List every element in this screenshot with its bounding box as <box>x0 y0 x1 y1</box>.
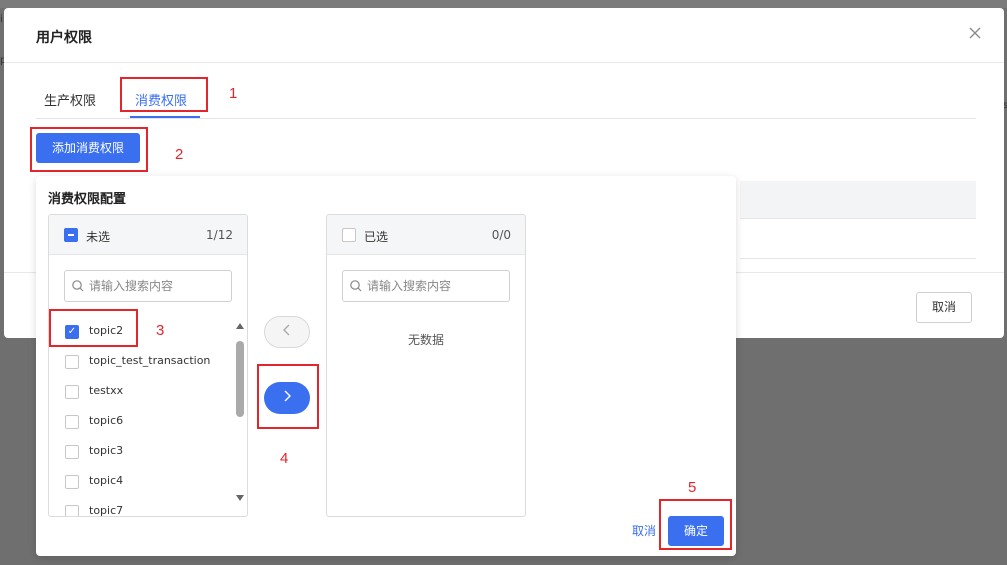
background-strip <box>0 0 1007 8</box>
annotation-number-4: 4 <box>280 450 289 467</box>
select-all-checkbox[interactable] <box>64 228 78 242</box>
select-all-checkbox[interactable] <box>342 228 356 242</box>
tab-produce-permission[interactable]: 生产权限 <box>44 90 96 109</box>
checkbox[interactable] <box>65 475 79 489</box>
checkbox[interactable] <box>65 415 79 429</box>
source-panel-header: 未选 1/12 <box>49 215 247 255</box>
checkbox[interactable] <box>65 505 79 516</box>
header-divider <box>4 62 1004 63</box>
list-item-label: topic6 <box>89 414 124 427</box>
scrollbar-thumb[interactable] <box>236 341 244 417</box>
annotation-box-1 <box>120 77 208 112</box>
source-search-input[interactable] <box>89 277 227 295</box>
annotation-box-2 <box>30 127 148 172</box>
list-item[interactable]: topic_test_transaction <box>63 352 233 372</box>
table-header <box>740 181 976 219</box>
popup-title: 消费权限配置 <box>48 192 127 207</box>
scroll-up-icon[interactable] <box>236 323 244 329</box>
source-panel-title: 未选 <box>86 230 111 244</box>
target-search-input[interactable] <box>367 277 505 295</box>
popup-cancel-button[interactable]: 取消 <box>632 522 656 539</box>
source-count: 1/12 <box>206 228 233 242</box>
list-item-label: topic3 <box>89 444 124 457</box>
consume-permission-config-popup: 消费权限配置 未选 1/12 ✓ topic2 topic_test_trans… <box>36 176 736 556</box>
target-search-box[interactable] <box>342 270 510 302</box>
list-item[interactable]: topic6 <box>63 412 233 432</box>
list-item[interactable]: testxx <box>63 382 233 402</box>
annotation-box-5 <box>659 499 732 550</box>
list-item[interactable]: topic3 <box>63 442 233 462</box>
scrollbar[interactable] <box>235 323 245 509</box>
source-search-box[interactable] <box>64 270 232 302</box>
annotation-number-3: 3 <box>156 322 165 339</box>
checkbox[interactable] <box>65 445 79 459</box>
annotation-number-5: 5 <box>688 479 697 496</box>
list-item[interactable]: topic7 <box>63 502 233 516</box>
target-count: 0/0 <box>491 228 511 242</box>
chevron-left-icon <box>283 324 290 336</box>
annotation-box-4 <box>257 364 319 429</box>
scroll-down-icon[interactable] <box>236 495 244 501</box>
table-row-divider <box>740 258 976 259</box>
modal-title: 用户权限 <box>36 30 92 46</box>
tabs-divider <box>36 118 976 119</box>
list-item-label: topic_test_transaction <box>89 354 211 367</box>
move-left-button[interactable] <box>264 316 310 348</box>
transfer-source-panel: 未选 1/12 ✓ topic2 topic_test_transaction … <box>48 214 248 517</box>
annotation-box-3 <box>49 309 138 347</box>
search-icon <box>72 280 84 292</box>
checkbox[interactable] <box>65 355 79 369</box>
annotation-number-2: 2 <box>175 146 184 163</box>
transfer-target-panel: 已选 0/0 无数据 <box>326 214 526 517</box>
empty-state-text: 无数据 <box>407 333 444 347</box>
list-item-label: topic4 <box>89 474 124 487</box>
cancel-button[interactable]: 取消 <box>916 292 972 323</box>
target-panel-header: 已选 0/0 <box>327 215 525 255</box>
checkbox[interactable] <box>65 385 79 399</box>
search-icon <box>350 280 362 292</box>
list-item[interactable]: topic4 <box>63 472 233 492</box>
background-text: i <box>0 14 3 25</box>
list-item-label: topic7 <box>89 504 124 516</box>
close-icon[interactable] <box>966 26 984 44</box>
annotation-number-1: 1 <box>229 85 238 102</box>
list-item-label: testxx <box>89 384 124 397</box>
target-panel-title: 已选 <box>364 230 389 244</box>
